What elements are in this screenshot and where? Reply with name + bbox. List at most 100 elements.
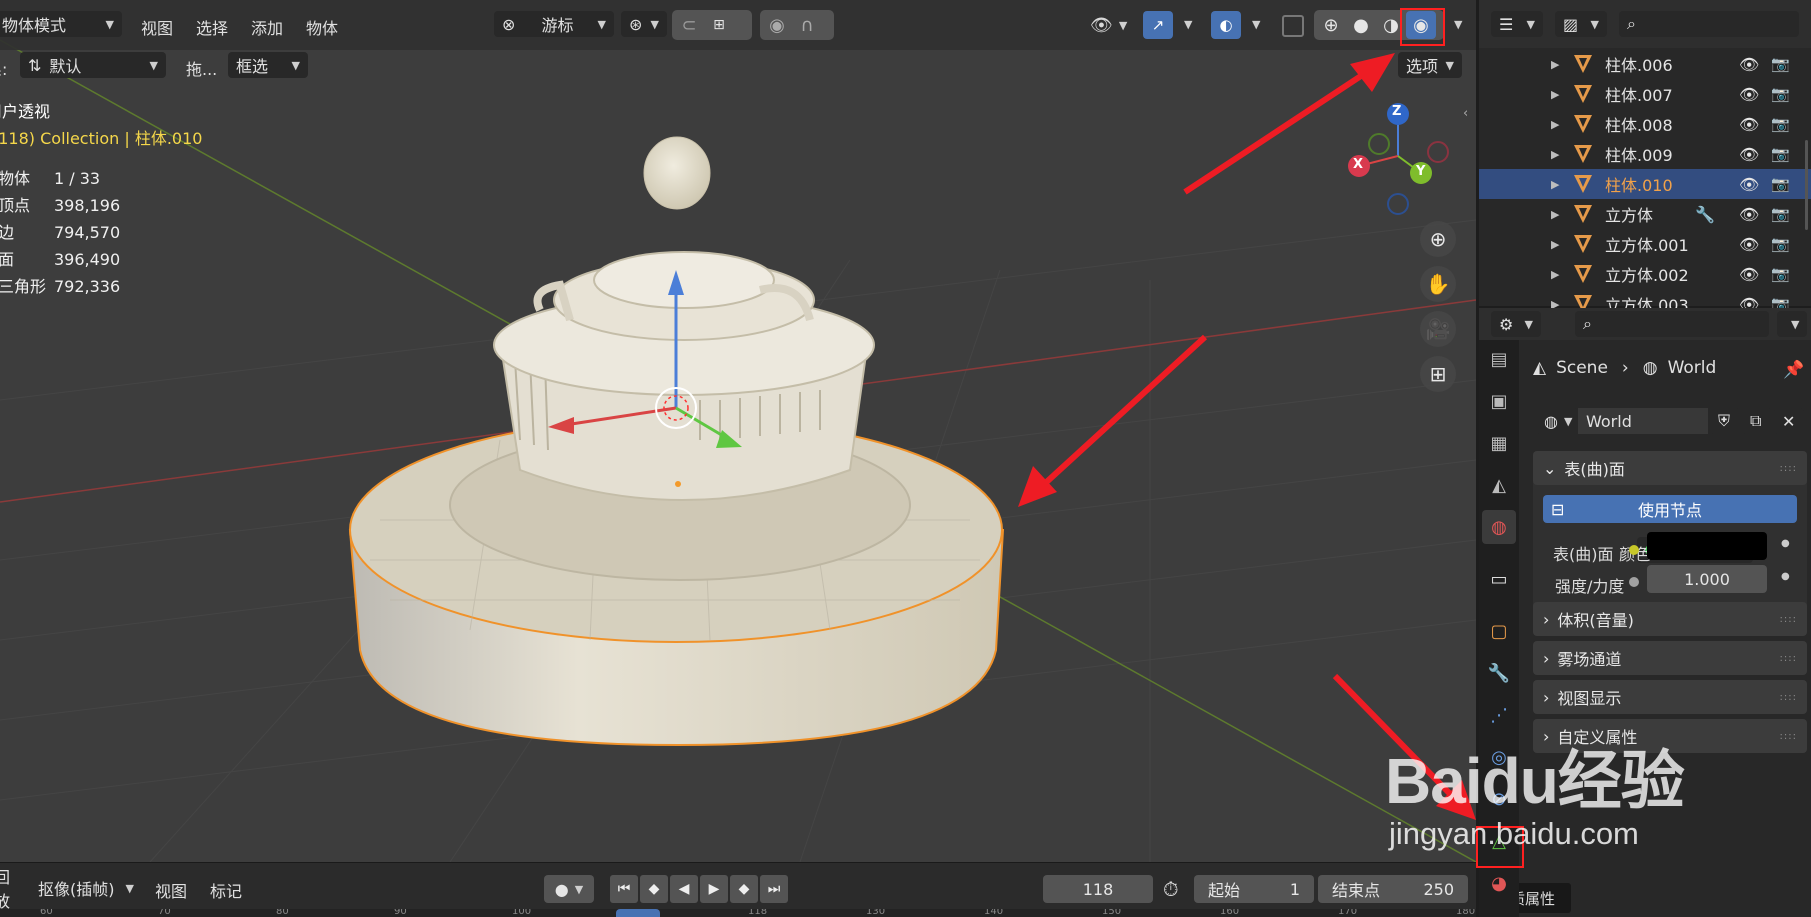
camera-render-icon[interactable]: 📷	[1771, 175, 1790, 193]
camera-render-icon[interactable]: 📷	[1771, 145, 1790, 163]
drag-dropdown[interactable]: 框选 ▼	[228, 52, 308, 78]
wireframe-shading-icon[interactable]: ⊕	[1316, 11, 1346, 39]
overlays-toggle-button[interactable]: ◐	[1211, 11, 1241, 39]
expand-arrow-icon[interactable]: ▶	[1551, 148, 1559, 161]
prev-keyframe-icon[interactable]: ◆	[640, 875, 668, 903]
editor-type-dropdown[interactable]: ⚙ ▼	[1491, 311, 1541, 337]
auto-keying-button[interactable]: ● ▼	[544, 875, 594, 903]
object-tab-icon[interactable]: ▢	[1482, 614, 1516, 648]
eye-visibility-icon[interactable]: 👁	[1739, 265, 1759, 284]
keying-dropdown[interactable]: 抠像(插帧) ▼	[30, 875, 142, 901]
magnet-icon[interactable]: ⊂	[674, 11, 704, 39]
outliner-row[interactable]: ▶ 柱体.010 👁 📷	[1479, 169, 1811, 199]
filter-dropdown[interactable]: ▨ ▼	[1555, 11, 1607, 37]
snap-increment-icon[interactable]: ⊞	[704, 11, 734, 39]
eye-visibility-icon[interactable]: 👁	[1739, 145, 1759, 164]
expand-arrow-icon[interactable]: ▶	[1551, 118, 1559, 131]
outliner-search[interactable]: ⌕	[1619, 11, 1799, 37]
tool-tab-icon[interactable]: ▤	[1482, 342, 1516, 376]
menu-view[interactable]: 视图	[141, 15, 173, 39]
world-name-field[interactable]: World	[1578, 408, 1708, 434]
expand-arrow-icon[interactable]: ▶	[1551, 58, 1559, 71]
eye-visibility-icon[interactable]: 👁	[1739, 205, 1759, 224]
outliner-row[interactable]: ▶ 立方体.002 👁 📷	[1479, 259, 1811, 289]
eye-visibility-icon[interactable]: 👁	[1739, 55, 1759, 74]
outliner-row[interactable]: ▶ 立方体.001 👁 📷	[1479, 229, 1811, 259]
camera-view-icon[interactable]: 🎥	[1420, 311, 1456, 347]
jump-start-icon[interactable]: ⏮	[610, 875, 638, 903]
mode-dropdown[interactable]: 物体模式 ▼	[0, 11, 122, 37]
outliner-row[interactable]: ▶ 柱体.009 👁 📷	[1479, 139, 1811, 169]
keyframe-dot-icon[interactable]: ●	[1781, 571, 1790, 582]
outliner-scrollbar[interactable]	[1805, 140, 1808, 230]
3d-viewport[interactable]: 物体模式 ▼ 视图 选择 添加 物体 ⊗ 游标 ▼ ⊛ ▼ ⊂ ⊞ ◉ ∩ 👁 ▼ ↗ …	[0, 0, 1476, 862]
expand-arrow-icon[interactable]: ▶	[1551, 88, 1559, 101]
camera-render-icon[interactable]: 📷	[1771, 205, 1790, 223]
menu-add[interactable]: 添加	[251, 15, 283, 39]
end-frame-field[interactable]: 结束点 250	[1318, 875, 1468, 903]
display-mode-dropdown[interactable]: ☰ ▼	[1491, 11, 1543, 37]
outliner-row[interactable]: ▶ 立方体 🔧 👁 📷	[1479, 199, 1811, 229]
current-frame-field[interactable]: 118	[1043, 875, 1153, 903]
fake-user-button[interactable]: ⛨	[1710, 408, 1740, 434]
expand-arrow-icon[interactable]: ▶	[1551, 238, 1559, 251]
camera-render-icon[interactable]: 📷	[1771, 235, 1790, 253]
render-tab-icon[interactable]: ▣	[1482, 384, 1516, 418]
zoom-icon[interactable]: ⊕	[1420, 221, 1456, 257]
transform-orientation-dropdown[interactable]: ⊗ 游标 ▼	[494, 11, 614, 37]
expand-arrow-icon[interactable]: ▶	[1551, 208, 1559, 221]
custom-props-panel-header[interactable]: › 自定义属性::::	[1533, 719, 1807, 753]
visibility-dropdown[interactable]: 👁 ▼	[1090, 10, 1127, 40]
eye-visibility-icon[interactable]: 👁	[1739, 115, 1759, 134]
mist-panel-header[interactable]: › 雾场通道::::	[1533, 641, 1807, 675]
surface-panel-header[interactable]: ⌄ 表(曲)面::::	[1533, 451, 1807, 485]
stopwatch-icon[interactable]: ⏱	[1163, 877, 1179, 901]
breadcrumb-world[interactable]: World	[1668, 358, 1717, 378]
next-keyframe-icon[interactable]: ◆	[730, 875, 758, 903]
camera-render-icon[interactable]: 📷	[1771, 115, 1790, 133]
volume-panel-header[interactable]: › 体积(音量)::::	[1533, 602, 1807, 636]
chevron-down-icon[interactable]: ▼	[1252, 18, 1260, 31]
camera-render-icon[interactable]: 📷	[1771, 55, 1790, 73]
strength-socket-icon[interactable]	[1629, 577, 1639, 587]
timeline-marker-menu[interactable]: 标记	[210, 878, 242, 902]
playhead[interactable]	[616, 909, 660, 917]
collection-tab-icon[interactable]: ▭	[1482, 562, 1516, 596]
use-nodes-button[interactable]: ⊟ 使用节点	[1543, 495, 1797, 523]
jump-end-icon[interactable]: ⏭	[760, 875, 788, 903]
coord-system-dropdown[interactable]: ⇅ 默认 ▼	[20, 52, 166, 78]
modifier-tab-icon[interactable]: 🔧	[1482, 656, 1516, 690]
eye-visibility-icon[interactable]: 👁	[1739, 235, 1759, 254]
expand-arrow-icon[interactable]: ▶	[1551, 178, 1559, 191]
color-swatch[interactable]	[1647, 532, 1767, 560]
eye-visibility-icon[interactable]: 👁	[1739, 175, 1759, 194]
solid-shading-icon[interactable]: ●	[1346, 11, 1376, 39]
outliner-row[interactable]: ▶ 柱体.008 👁 📷	[1479, 109, 1811, 139]
camera-render-icon[interactable]: 📷	[1771, 85, 1790, 103]
keyframe-dot-icon[interactable]: ●	[1781, 538, 1790, 549]
timeline-view-menu[interactable]: 视图	[155, 878, 187, 902]
menu-select[interactable]: 选择	[196, 15, 228, 39]
duplicate-button[interactable]: ⧉	[1742, 408, 1772, 434]
proportional-edit-icon[interactable]: ◉	[762, 11, 792, 39]
chevron-down-icon[interactable]: ▼	[1454, 18, 1462, 31]
unlink-button[interactable]: ✕	[1774, 408, 1804, 434]
world-tab-icon[interactable]: ◍	[1482, 510, 1516, 544]
breadcrumb-scene[interactable]: Scene	[1556, 358, 1608, 378]
color-socket-icon[interactable]	[1629, 545, 1639, 555]
world-datablock-dropdown[interactable]: ◍ ▼	[1536, 408, 1578, 434]
material-tab-icon[interactable]: ◕	[1482, 866, 1516, 900]
options-dropdown[interactable]: 选项 ▼	[1398, 52, 1462, 78]
output-tab-icon[interactable]: ▦	[1482, 426, 1516, 460]
scene-tab-icon[interactable]: ◭	[1482, 468, 1516, 502]
props-options-dropdown[interactable]: ▼	[1777, 311, 1807, 337]
eye-visibility-icon[interactable]: 👁	[1739, 85, 1759, 104]
start-frame-field[interactable]: 起始 1	[1194, 875, 1314, 903]
camera-render-icon[interactable]: 📷	[1771, 265, 1790, 283]
strength-field[interactable]: 1.000	[1647, 565, 1767, 593]
viewport-scene[interactable]	[0, 0, 1476, 862]
timeline-ruler[interactable]: 6070809010011011813014015016017018019020…	[0, 909, 1476, 917]
pin-icon[interactable]: 📌	[1783, 360, 1804, 380]
falloff-curve-icon[interactable]: ∩	[792, 11, 822, 39]
menu-object[interactable]: 物体	[306, 15, 338, 39]
